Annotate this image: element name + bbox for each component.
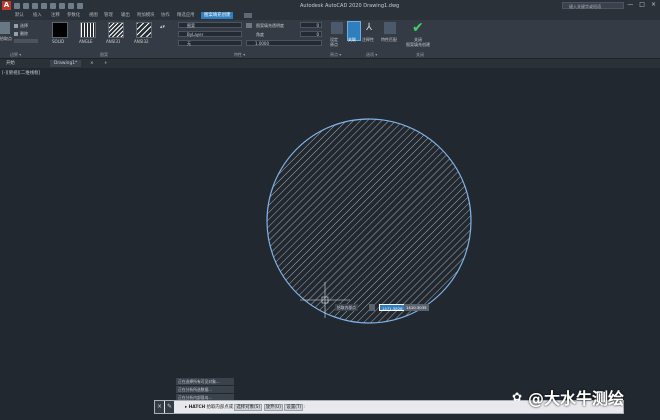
hatched-circle[interactable] [267, 119, 471, 323]
command-prompt: 拾取内部点或 [206, 405, 233, 410]
command-history-line: 正在分析所选数据... [176, 386, 234, 393]
watermark-text: @大水牛测绘 [528, 389, 625, 408]
command-suffix: : [303, 405, 305, 410]
watermark-logo-icon: ✿ [512, 390, 523, 404]
dynamic-y-input[interactable]: 1410.3035 [404, 304, 429, 311]
option-settings[interactable]: 设置(T) [284, 404, 304, 411]
dynamic-prompt: 拾取内部点 [335, 304, 358, 311]
command-history-line: 正在选择所有可见对象... [176, 378, 234, 385]
drawing-canvas [266, 118, 472, 324]
command-text[interactable]: ▸ HATCH 拾取内部点或 选择对象(S) 放弃(U) 设置(T): [185, 404, 305, 411]
command-customize-icon[interactable]: ✎ [165, 401, 174, 413]
option-select-objects[interactable]: 选择对象(S) [234, 404, 263, 411]
command-name: HATCH [188, 405, 206, 410]
dynamic-input-icon [369, 304, 375, 311]
option-undo[interactable]: 放弃(U) [263, 404, 284, 411]
command-close-icon[interactable]: × [155, 401, 164, 413]
dynamic-x-input[interactable]: 1471.5826 [379, 304, 406, 311]
